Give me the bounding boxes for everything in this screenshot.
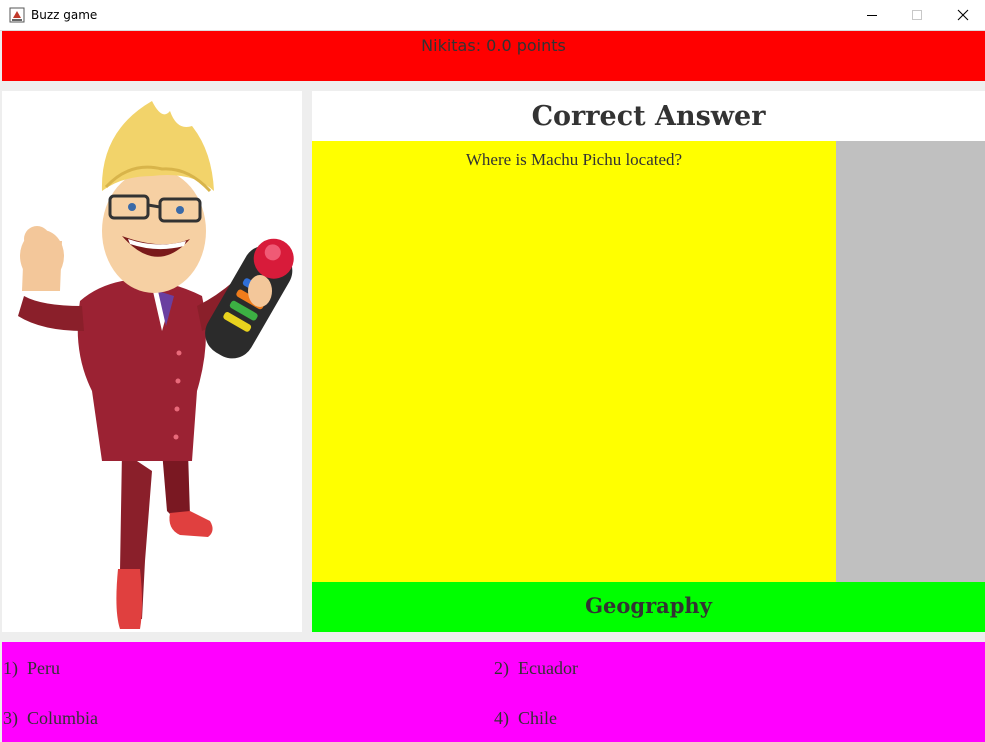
answer-option-2[interactable]: 2) Ecuador: [494, 658, 578, 679]
player-score-label: Nikitas: 0.0 points: [421, 36, 566, 55]
close-button[interactable]: [940, 0, 985, 30]
answer-status-panel: Correct Answer: [312, 91, 985, 141]
minimize-button[interactable]: [849, 0, 895, 30]
score-bar: Nikitas: 0.0 points: [2, 31, 985, 81]
maximize-icon: [912, 10, 922, 20]
minimize-icon: [867, 15, 877, 16]
window-title: Buzz game: [31, 8, 98, 22]
answers-panel: 1) Peru 2) Ecuador 3) Columbia 4) Chile: [2, 642, 985, 742]
host-image-panel: [2, 91, 302, 632]
java-app-icon: [9, 7, 25, 23]
answer-option-3[interactable]: 3) Columbia: [3, 708, 98, 729]
answer-status-label: Correct Answer: [531, 101, 766, 132]
answer-option-1[interactable]: 1) Peru: [3, 658, 60, 679]
category-panel: Geography: [312, 582, 985, 632]
question-panel: Where is Machu Pichu located?: [312, 141, 836, 582]
category-label: Geography: [585, 593, 712, 618]
answer-option-4[interactable]: 4) Chile: [494, 708, 557, 729]
buzz-host-image: [18, 101, 294, 629]
close-icon: [957, 9, 969, 21]
window-titlebar: Buzz game: [0, 0, 985, 31]
side-panel: [836, 141, 985, 582]
question-label: Where is Machu Pichu located?: [465, 150, 683, 169]
maximize-button[interactable]: [894, 0, 940, 30]
